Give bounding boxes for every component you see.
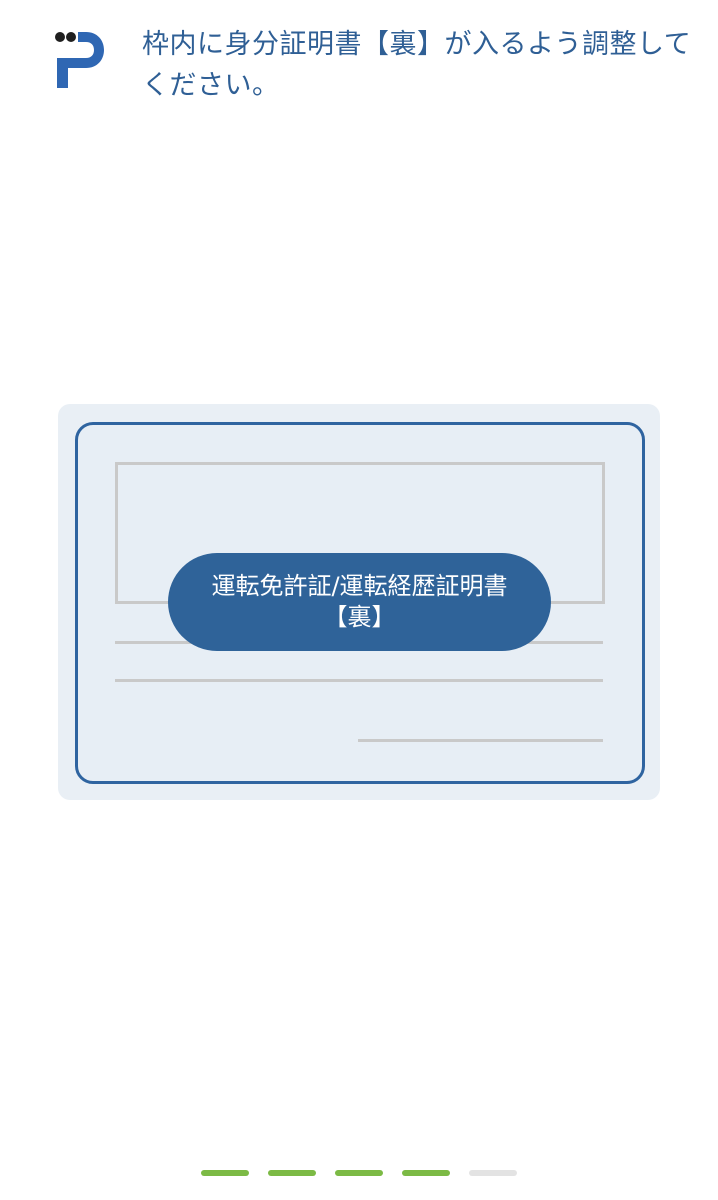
step-progress-indicator: [201, 1170, 521, 1176]
instruction-line-1: 枠内に身分証明書【裏】が入るよう調整して: [142, 29, 692, 60]
document-side-label: 【裏】: [323, 603, 396, 631]
p-logo-icon: [55, 32, 104, 88]
progress-segment: [469, 1170, 517, 1176]
card-guide-line: [358, 739, 603, 742]
progress-segment: [402, 1170, 450, 1176]
progress-segment: [335, 1170, 383, 1176]
progress-segment: [201, 1170, 249, 1176]
document-type-badge: 運転免許証/運転経歴証明書 【裏】: [168, 553, 551, 651]
card-guide-line: [115, 679, 603, 682]
document-type-label: 運転免許証/運転経歴証明書: [211, 572, 508, 600]
instruction-line-2: ください。: [142, 70, 280, 101]
instruction-text: 枠内に身分証明書【裏】が入るよう調整して ください。: [142, 24, 692, 106]
progress-segment: [268, 1170, 316, 1176]
